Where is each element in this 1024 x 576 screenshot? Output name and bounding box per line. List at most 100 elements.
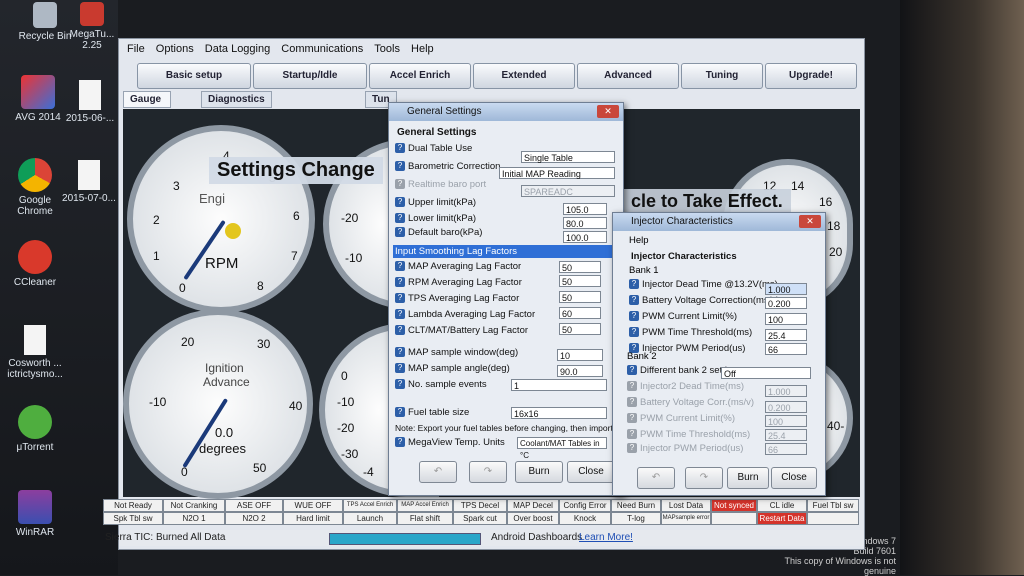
gauge-tick-label: 1 <box>153 249 160 263</box>
desktop-icon-winrar[interactable]: WinRAR <box>0 490 70 538</box>
menu-help[interactable]: Help <box>411 43 434 55</box>
close-icon[interactable]: ✕ <box>799 215 821 228</box>
help-icon[interactable]: ? <box>395 379 405 390</box>
desktop-icon-ccleaner[interactable]: CCleaner <box>0 240 70 288</box>
help-icon[interactable]: ? <box>395 227 405 238</box>
field-label: MAP sample angle(deg) <box>408 363 510 374</box>
pwm-time-threshold-input[interactable]: 25.4 <box>765 329 807 341</box>
burn-button[interactable]: Burn <box>727 467 769 489</box>
menu-file[interactable]: File <box>127 43 145 55</box>
tab-diagnostics[interactable]: Diagnostics & High Speed Loggers <box>201 91 272 150</box>
indicator-spark-cut: Spark cut <box>453 512 507 525</box>
indicator-tps-accel: TPS Accel Enrich <box>343 499 397 512</box>
help-icon[interactable]: ? <box>395 261 405 272</box>
help-icon: ? <box>627 429 637 440</box>
help-icon[interactable]: ? <box>395 143 405 154</box>
startup-idle-button[interactable]: Startup/Idle <box>253 63 367 89</box>
help-icon[interactable]: ? <box>395 407 405 418</box>
help-icon[interactable]: ? <box>395 363 405 374</box>
menu-communications[interactable]: Communications <box>281 43 363 55</box>
different-bank2-select[interactable]: Off <box>721 367 811 379</box>
tps-lag-input[interactable]: 50 <box>559 291 601 303</box>
basic-setup-button[interactable]: Basic setup <box>137 63 251 89</box>
no-sample-events-select[interactable]: 1 <box>511 379 607 391</box>
menu-data-logging[interactable]: Data Logging <box>205 43 270 55</box>
help-icon[interactable]: ? <box>395 347 405 358</box>
clt-lag-input[interactable]: 50 <box>559 323 601 335</box>
help-menu[interactable]: Help <box>629 235 649 246</box>
help-icon[interactable]: ? <box>629 311 639 322</box>
injector-dead-time-input[interactable]: 1.000 <box>765 283 807 295</box>
tab-gauge-cluster[interactable]: Gauge Cluster <box>123 91 172 120</box>
desktop-icon-file-2015-06[interactable]: 2015-06-... <box>62 80 118 124</box>
map-lag-input[interactable]: 50 <box>559 261 601 273</box>
extended-button[interactable]: Extended <box>473 63 575 89</box>
accel-enrich-button[interactable]: Accel Enrich <box>369 63 471 89</box>
menu-options[interactable]: Options <box>156 43 194 55</box>
help-icon[interactable]: ? <box>395 213 405 224</box>
winrar-icon <box>18 490 52 524</box>
desktop-icon-cosworth[interactable]: Cosworth ... ictrictysmo... <box>0 325 70 380</box>
input-smoothing-header: Input Smoothing Lag Factors <box>393 245 613 258</box>
desktop-icon-utorrent[interactable]: μTorrent <box>0 405 70 453</box>
fuel-table-size-select[interactable]: 16x16 <box>511 407 607 419</box>
help-icon[interactable]: ? <box>395 293 405 304</box>
burn-button[interactable]: Burn <box>515 461 563 483</box>
gauge-title: Ignition <box>205 361 244 375</box>
desktop-icon-megatune[interactable]: MegaTu... 2.25 <box>66 2 118 51</box>
redo-button[interactable]: ↷ <box>469 461 507 483</box>
close-button[interactable]: Close <box>567 461 615 483</box>
pwm-current-limit-row: ? PWM Current Limit(%) <box>629 311 737 325</box>
upgrade-button[interactable]: Upgrade! <box>765 63 857 89</box>
no-sample-events-row: ? No. sample events <box>395 379 487 393</box>
android-dashboards-text: Android Dashboards <box>491 532 583 543</box>
bank1-label: Bank 1 <box>629 265 659 276</box>
help-icon[interactable]: ? <box>629 327 639 338</box>
battery-voltage-corr2-row: ? Battery Voltage Corr.(ms/v) <box>627 397 754 411</box>
pwm-current-limit-input[interactable]: 100 <box>765 313 807 325</box>
help-icon[interactable]: ? <box>395 437 405 448</box>
help-icon[interactable]: ? <box>395 197 405 208</box>
help-icon[interactable]: ? <box>629 279 639 290</box>
rpm-lag-input[interactable]: 50 <box>559 275 601 287</box>
tuning-button[interactable]: Tuning <box>681 63 763 89</box>
help-icon: ? <box>627 443 637 454</box>
gauge-tick-label: -10 <box>149 395 167 409</box>
indicator-n2o-1: N2O 1 <box>163 512 225 525</box>
rpm-lag-row: ? RPM Averaging Lag Factor <box>395 277 522 291</box>
field-label: Lambda Averaging Lag Factor <box>408 309 536 320</box>
default-baro-input[interactable]: 100.0 <box>563 231 607 243</box>
advanced-button[interactable]: Advanced <box>577 63 679 89</box>
undo-button[interactable]: ↶ <box>637 467 675 489</box>
upper-limit-input[interactable]: 105.0 <box>563 203 607 215</box>
menu-bar: File Options Data Logging Communications… <box>119 43 864 61</box>
dual-table-use-select[interactable]: Single Table <box>521 151 615 163</box>
desktop-icon-file-2015-07[interactable]: 2015-07-0... <box>60 160 118 204</box>
gauge-tick-label: 8 <box>257 279 264 293</box>
help-icon[interactable]: ? <box>627 365 637 376</box>
help-icon[interactable]: ? <box>395 309 405 320</box>
field-label: TPS Averaging Lag Factor <box>408 293 520 304</box>
learn-more-link[interactable]: Learn More! <box>579 532 633 543</box>
help-icon[interactable]: ? <box>395 325 405 336</box>
help-icon[interactable]: ? <box>395 161 405 172</box>
lower-limit-input[interactable]: 80.0 <box>563 217 607 229</box>
close-icon[interactable]: ✕ <box>597 105 619 118</box>
map-sample-window-input[interactable]: 10 <box>557 349 603 361</box>
close-button[interactable]: Close <box>771 467 817 489</box>
field-label: Injector PWM Period(us) <box>640 443 744 454</box>
megaview-temp-units-select[interactable]: Coolant/MAT Tables in °C <box>517 437 607 460</box>
injector-pwm-period-input[interactable]: 66 <box>765 343 807 355</box>
undo-button[interactable]: ↶ <box>419 461 457 483</box>
lambda-lag-input[interactable]: 60 <box>559 307 601 319</box>
battery-voltage-correction-input[interactable]: 0.200 <box>765 297 807 309</box>
help-icon[interactable]: ? <box>629 295 639 306</box>
map-sample-angle-input[interactable]: 90.0 <box>557 365 603 377</box>
redo-button[interactable]: ↷ <box>685 467 723 489</box>
barometric-correction-select[interactable]: Initial MAP Reading <box>499 167 615 179</box>
help-icon[interactable]: ? <box>395 277 405 288</box>
gauge-tick-label: 30 <box>257 337 271 351</box>
menu-tools[interactable]: Tools <box>374 43 400 55</box>
indicator-not-cranking: Not Cranking <box>163 499 225 512</box>
field-label: Injector PWM Period(us) <box>642 343 746 354</box>
